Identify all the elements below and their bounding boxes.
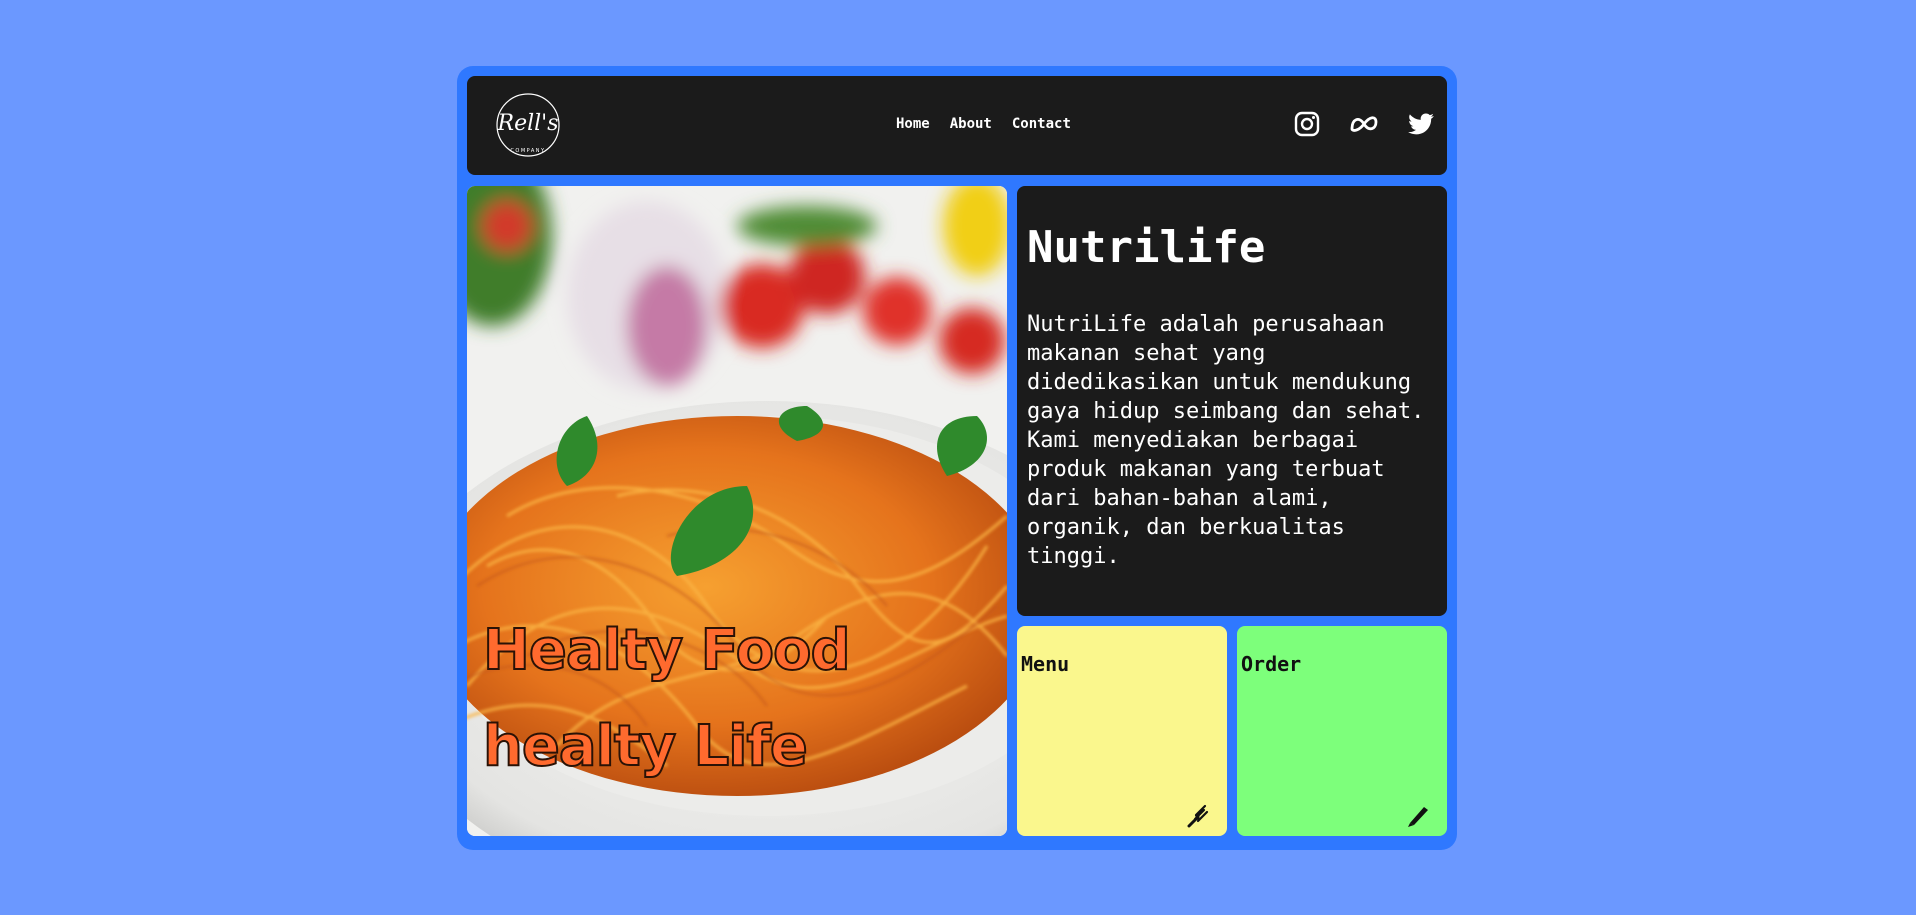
menu-card-label: Menu	[1021, 652, 1070, 676]
fork-icon	[1187, 804, 1209, 828]
about-panel: Nutrilife NutriLife adalah perusahaan ma…	[1017, 186, 1447, 616]
order-card-label: Order	[1241, 652, 1302, 676]
hero-headline-line-2: healty Life	[482, 713, 809, 780]
hero-headline-line-1: Healty Food	[482, 617, 852, 684]
company-title: Nutrilife	[1027, 222, 1266, 273]
order-card[interactable]: Order	[1237, 626, 1447, 836]
logo-icon[interactable]: Rell's COMPANY	[493, 90, 563, 160]
nav-link-about[interactable]: About	[950, 116, 992, 132]
company-description: NutriLife adalah perusahaan makanan seha…	[1027, 312, 1425, 569]
main-nav: Home About Contact	[896, 116, 1071, 132]
page-frame: Rell's COMPANY Home About Contact Healty…	[457, 66, 1457, 850]
social-links	[1287, 110, 1447, 140]
pen-icon	[1408, 807, 1428, 827]
hero-image-panel: Healty Food healty Life	[467, 186, 1007, 836]
nav-link-home[interactable]: Home	[896, 116, 930, 132]
svg-text:COMPANY: COMPANY	[510, 148, 545, 154]
navbar: Rell's COMPANY Home About Contact	[467, 76, 1447, 175]
nav-link-contact[interactable]: Contact	[1012, 116, 1071, 132]
instagram-icon[interactable]	[1293, 110, 1321, 138]
menu-card[interactable]: Menu	[1017, 626, 1227, 836]
svg-text:Rell's: Rell's	[497, 111, 559, 136]
twitter-icon[interactable]	[1407, 110, 1435, 138]
meta-icon[interactable]	[1349, 110, 1379, 138]
